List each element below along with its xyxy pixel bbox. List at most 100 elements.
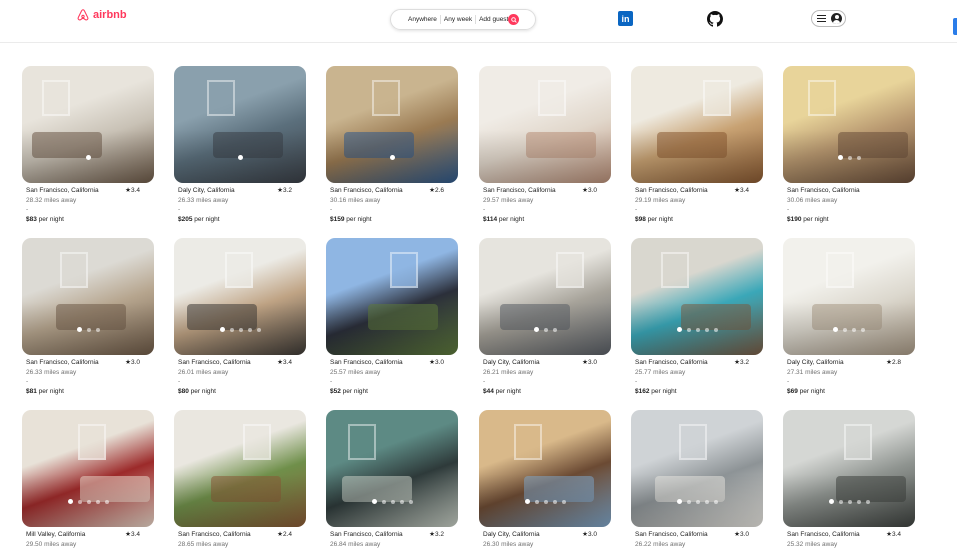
carousel-dot[interactable] [389,155,395,160]
carousel-dot[interactable] [237,155,243,160]
carousel-dot[interactable] [77,499,82,504]
carousel-dot[interactable] [852,327,856,332]
carousel-dot[interactable] [704,499,709,504]
photo-carousel-dots[interactable] [22,155,154,160]
carousel-dot[interactable] [865,499,870,504]
carousel-dot[interactable] [676,499,682,504]
search-button[interactable] [508,14,519,25]
listing-card[interactable]: Daly City, California ★3.0 26.30 miles awa… [479,410,611,550]
listing-photo[interactable] [174,410,306,527]
user-menu-button[interactable] [811,10,846,27]
carousel-dot[interactable] [861,327,865,332]
listing-card[interactable]: San Francisco, California ★3.0 26.22 miles… [631,410,763,550]
airbnb-logo[interactable]: airbnb [76,8,127,22]
photo-carousel-dots[interactable] [22,327,154,332]
carousel-dot[interactable] [238,327,243,332]
listing-card[interactable]: San Francisco, California ★3.4 26.01 miles… [174,238,306,403]
listing-card[interactable]: San Francisco, California ★3.2 26.84 miles… [326,410,458,550]
carousel-dot[interactable] [856,499,861,504]
scroll-indicator[interactable] [953,18,957,35]
listing-photo[interactable] [479,410,611,527]
listing-card[interactable]: San Francisco, California ★2.4 28.65 miles… [174,410,306,550]
carousel-dot[interactable] [552,327,557,332]
listing-photo[interactable] [22,238,154,355]
photo-carousel-dots[interactable] [174,327,306,332]
carousel-dot[interactable] [686,499,691,504]
carousel-dot[interactable] [847,499,852,504]
listing-photo[interactable] [631,238,763,355]
carousel-dot[interactable] [695,327,700,332]
photo-carousel-dots[interactable] [783,155,915,160]
carousel-dot[interactable] [524,499,530,504]
photo-carousel-dots[interactable] [783,499,915,504]
listing-photo[interactable] [174,66,306,183]
listing-photo[interactable] [479,66,611,183]
linkedin-icon[interactable]: in [618,11,633,26]
carousel-dot[interactable] [533,327,539,332]
photo-carousel-dots[interactable] [479,327,611,332]
photo-carousel-dots[interactable] [326,155,458,160]
listing-photo[interactable] [631,410,763,527]
listing-card[interactable]: San Francisco, California ★3.4 28.32 miles… [22,66,154,231]
carousel-dot[interactable] [229,327,234,332]
carousel-dot[interactable] [86,327,91,332]
carousel-dot[interactable] [256,327,261,332]
listing-photo[interactable] [22,66,154,183]
carousel-dot[interactable] [390,499,395,504]
carousel-dot[interactable] [247,327,252,332]
carousel-dot[interactable] [219,327,225,332]
search-anywhere[interactable]: Anywhere [405,16,440,23]
listing-photo[interactable] [631,66,763,183]
carousel-dot[interactable] [86,499,91,504]
carousel-dot[interactable] [833,327,838,332]
photo-carousel-dots[interactable] [783,327,915,332]
photo-carousel-dots[interactable] [631,499,763,504]
photo-carousel-dots[interactable] [326,499,458,504]
listing-card[interactable]: San Francisco, California ★3.0 25.57 miles… [326,238,458,403]
listing-photo[interactable] [479,238,611,355]
photo-carousel-dots[interactable] [479,499,611,504]
listing-photo[interactable] [326,66,458,183]
listing-card[interactable]: San Francisco, California 30.06 miles awa… [783,66,915,231]
carousel-dot[interactable] [95,499,100,504]
search-bar[interactable]: Anywhere Any week Add guests [390,9,536,30]
listing-card[interactable]: San Francisco, California ★3.4 29.19 miles… [631,66,763,231]
listing-card[interactable]: San Francisco, California ★3.0 26.33 miles… [22,238,154,403]
carousel-dot[interactable] [837,155,843,160]
carousel-dot[interactable] [95,327,100,332]
carousel-dot[interactable] [85,155,91,160]
listing-photo[interactable] [174,238,306,355]
photo-carousel-dots[interactable] [631,327,763,332]
carousel-dot[interactable] [838,499,843,504]
carousel-dot[interactable] [371,499,377,504]
carousel-dot[interactable] [828,499,834,504]
carousel-dot[interactable] [561,499,566,504]
carousel-dot[interactable] [381,499,386,504]
listing-card[interactable]: San Francisco, California ★2.6 30.16 miles… [326,66,458,231]
carousel-dot[interactable] [713,327,718,332]
listing-photo[interactable] [326,238,458,355]
carousel-dot[interactable] [534,499,539,504]
carousel-dot[interactable] [713,499,718,504]
carousel-dot[interactable] [67,499,73,504]
carousel-dot[interactable] [704,327,709,332]
carousel-dot[interactable] [76,327,82,332]
carousel-dot[interactable] [843,327,847,332]
listing-photo[interactable] [783,66,915,183]
carousel-dot[interactable] [695,499,700,504]
listing-photo[interactable] [783,238,915,355]
github-icon[interactable] [707,11,723,32]
carousel-dot[interactable] [408,499,413,504]
listing-card[interactable]: San Francisco, California ★3.0 29.57 miles… [479,66,611,231]
carousel-dot[interactable] [399,499,404,504]
carousel-dot[interactable] [847,155,852,160]
carousel-dot[interactable] [543,499,548,504]
carousel-dot[interactable] [543,327,548,332]
listing-card[interactable]: Daly City, California ★3.2 26.33 miles awa… [174,66,306,231]
listing-photo[interactable] [326,410,458,527]
listing-card[interactable]: San Francisco, California ★3.2 25.77 miles… [631,238,763,403]
carousel-dot[interactable] [856,155,861,160]
listing-photo[interactable] [22,410,154,527]
listing-card[interactable]: Mill Valley, California ★3.4 29.50 miles a… [22,410,154,550]
photo-carousel-dots[interactable] [174,155,306,160]
